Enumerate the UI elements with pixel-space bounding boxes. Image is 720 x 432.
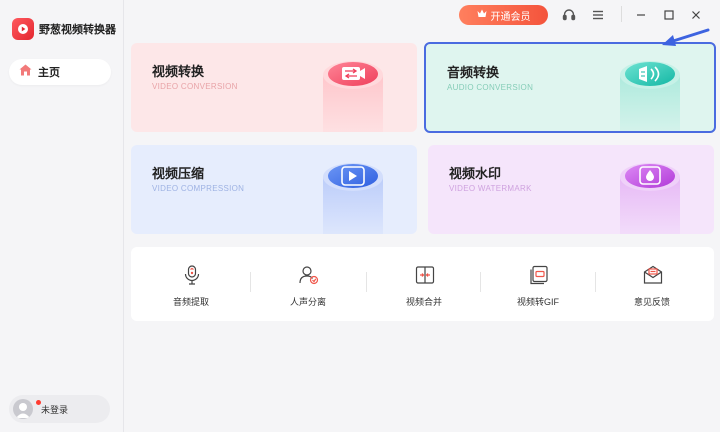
headset-icon[interactable] <box>561 7 577 23</box>
tool-label: 人声分离 <box>289 297 326 307</box>
tool-vocal-separation[interactable]: 人声分离 <box>250 247 366 321</box>
card-title: 视频水印 <box>449 166 502 181</box>
maximize-icon[interactable] <box>661 7 677 23</box>
tool-audio-extract[interactable]: 音频提取 <box>133 247 249 321</box>
video-convert-icon <box>323 61 383 132</box>
tool-feedback[interactable]: 意见反馈 <box>594 247 710 321</box>
vip-label: 开通会员 <box>490 11 531 23</box>
card-title: 视频转换 <box>152 64 205 79</box>
sidebar-item-home[interactable]: 主页 <box>9 59 111 85</box>
microphone-icon <box>184 265 200 285</box>
video-watermark-card[interactable]: 视频水印 VIDEO WATERMARK <box>428 145 714 234</box>
video-conversion-card[interactable]: 视频转换 VIDEO CONVERSION <box>131 43 417 132</box>
home-icon <box>19 63 32 81</box>
video-compress-icon <box>323 163 383 234</box>
close-icon[interactable] <box>688 7 704 23</box>
video-compression-card[interactable]: 视频压缩 VIDEO COMPRESSION <box>131 145 417 234</box>
tool-video-to-gif[interactable]: 视频转GIF <box>480 247 596 321</box>
sidebar-item-label: 主页 <box>38 67 60 79</box>
notification-dot <box>36 400 41 405</box>
tools-panel: 音频提取 人声分离 视频合并 视频转GIF 意见反馈 <box>131 247 714 321</box>
video-merge-icon <box>415 266 435 284</box>
audio-convert-icon <box>620 61 680 131</box>
app-logo-icon <box>12 18 34 40</box>
tool-label: 视频转GIF <box>517 297 559 307</box>
login-label: 未登录 <box>41 404 69 415</box>
toolbar-divider <box>621 6 622 22</box>
card-title: 视频压缩 <box>152 166 205 181</box>
crown-icon <box>477 9 487 21</box>
card-subtitle: VIDEO CONVERSION <box>152 82 238 91</box>
tool-video-merge[interactable]: 视频合并 <box>366 247 482 321</box>
tool-label: 音频提取 <box>172 297 209 307</box>
avatar <box>13 399 33 419</box>
login-button[interactable]: 未登录 <box>9 395 110 423</box>
tool-label: 意见反馈 <box>633 297 670 307</box>
audio-conversion-card[interactable]: 音频转换 AUDIO CONVERSION <box>424 42 716 133</box>
gif-icon <box>530 265 548 285</box>
tool-label: 视频合并 <box>405 297 442 307</box>
card-subtitle: VIDEO WATERMARK <box>449 184 532 193</box>
vip-button[interactable]: 开通会员 <box>459 5 548 25</box>
minimize-icon[interactable] <box>633 7 649 23</box>
menu-icon[interactable] <box>590 7 606 23</box>
video-watermark-icon <box>620 163 680 234</box>
app-logo: 野葱视频转换器 <box>12 18 116 40</box>
app-title: 野葱视频转换器 <box>39 24 116 36</box>
feedback-mail-icon <box>643 265 663 284</box>
sidebar: 野葱视频转换器 主页 未登录 <box>0 0 124 432</box>
card-subtitle: VIDEO COMPRESSION <box>152 184 245 193</box>
vocal-separation-icon <box>299 266 319 285</box>
card-title: 音频转换 <box>447 65 500 80</box>
pointer-arrow-icon <box>662 28 710 46</box>
card-subtitle: AUDIO CONVERSION <box>447 83 534 92</box>
